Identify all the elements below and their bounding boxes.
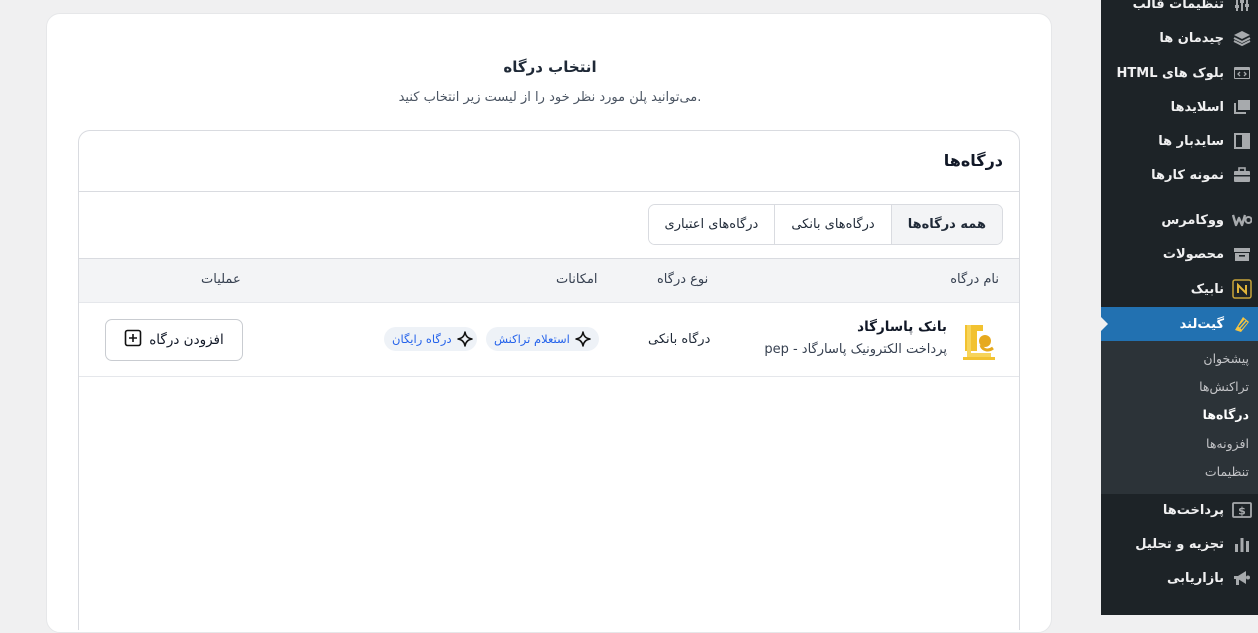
- submenu-item-transactions[interactable]: تراکنش‌ها: [1101, 379, 1258, 394]
- slides-icon: [1232, 97, 1252, 117]
- submenu-item-addons[interactable]: افزونه‌ها: [1101, 436, 1258, 451]
- sidebar-item-label: محصولات: [1162, 246, 1224, 262]
- sidebar-item-label: بازاریابی: [1167, 570, 1224, 586]
- gateway-name: بانک پاسارگاد: [857, 319, 947, 335]
- sidebar-item-analytics[interactable]: تجزیه و تحلیل: [1101, 527, 1258, 561]
- sidebar-item-portfolio[interactable]: نمونه کارها: [1101, 158, 1258, 192]
- nabik-logo-icon: [1232, 279, 1252, 299]
- html-block-icon: [1232, 63, 1252, 83]
- svg-text:$: $: [1238, 505, 1246, 518]
- sidebar-item-html-blocks[interactable]: بلوک های HTML: [1101, 56, 1258, 90]
- column-header-type: نوع درگاه: [657, 272, 709, 287]
- feature-badge-free-gateway: درگاه رایگان: [384, 327, 477, 351]
- feature-badge-label: استعلام تراکنش: [494, 332, 570, 346]
- sidebar-item-label: تجزیه و تحلیل: [1135, 536, 1224, 552]
- sidebar-item-label: نمونه کارها: [1151, 167, 1224, 183]
- sidebar-item-label: پرداخت‌ها: [1162, 502, 1224, 518]
- archive-box-icon: [1232, 244, 1252, 264]
- column-header-actions: عملیات: [201, 272, 241, 287]
- gateway-description: پرداخت الکترونیک پاسارگاد - pep: [764, 342, 947, 357]
- panel-divider: [79, 191, 1019, 192]
- add-gateway-button[interactable]: افزودن درگاه: [105, 319, 243, 361]
- sidebar-item-label: ووکامرس: [1161, 212, 1224, 228]
- active-indicator-arrow: [1100, 316, 1108, 332]
- sidebar-item-slides[interactable]: اسلایدها: [1101, 90, 1258, 124]
- dollar-card-icon: $: [1232, 500, 1252, 520]
- feature-badge-transaction-inquiry: استعلام تراکنش: [486, 327, 599, 351]
- sidebar-item-layouts[interactable]: چیدمان ها: [1101, 21, 1258, 55]
- tab-bank-gateways[interactable]: درگاه‌های بانکی: [774, 205, 891, 244]
- sidebar-item-gateland[interactable]: گیت‌لند: [1100, 307, 1258, 341]
- table-row: بانک پاسارگاد پرداخت الکترونیک پاسارگاد …: [79, 303, 1019, 377]
- sliders-icon: [1232, 0, 1252, 14]
- woocommerce-icon: [1232, 210, 1252, 230]
- table-header: نام درگاه نوع درگاه امکانات عملیات: [79, 258, 1019, 303]
- sidebar-item-label: گیت‌لند: [1179, 316, 1224, 332]
- sidebar-item-label: نابیک: [1190, 281, 1224, 297]
- briefcase-icon: [1232, 165, 1252, 185]
- column-header-features: امکانات: [556, 272, 598, 287]
- admin-sidebar: تنظیمات قالب چیدمان ها بلوک های HTML اسل…: [1100, 0, 1258, 615]
- sidebar-item-label: بلوک های HTML: [1116, 65, 1224, 81]
- gateway-type: درگاه بانکی: [648, 332, 711, 347]
- sidebar-item-theme-settings[interactable]: تنظیمات قالب: [1101, 0, 1258, 21]
- sidebar-item-nabik[interactable]: نابیک: [1101, 272, 1258, 306]
- submenu-item-dashboard[interactable]: پیشخوان: [1101, 351, 1258, 366]
- sidebar-item-label: سایدبار ها: [1158, 133, 1224, 149]
- plus-square-icon: [124, 329, 142, 351]
- add-gateway-label: افزودن درگاه: [149, 332, 224, 348]
- sparkle-icon: [575, 331, 591, 347]
- sidebar-item-marketing[interactable]: بازاریابی: [1101, 561, 1258, 595]
- submenu-item-gateways[interactable]: درگاه‌ها: [1101, 407, 1258, 422]
- sparkle-icon: [456, 331, 473, 347]
- page-subtitle: می‌توانید پلن مورد نظر خود را از لیست زی…: [398, 90, 702, 105]
- sidebar-icon: [1232, 131, 1252, 151]
- layers-icon: [1232, 28, 1252, 48]
- gateland-logo-icon: [1232, 314, 1252, 334]
- submenu-item-settings[interactable]: تنظیمات: [1101, 464, 1258, 479]
- page-title: انتخاب درگاه: [503, 58, 597, 76]
- tab-all-gateways[interactable]: همه درگاه‌ها: [890, 205, 1002, 244]
- sidebar-item-label: چیدمان ها: [1159, 30, 1224, 46]
- sidebar-item-payments[interactable]: $ پرداخت‌ها: [1101, 493, 1258, 527]
- gateway-filter-tabs: همه درگاه‌ها درگاه‌های بانکی درگاه‌های ا…: [647, 204, 1003, 245]
- sidebar-item-sidebars[interactable]: سایدبار ها: [1101, 124, 1258, 158]
- gateways-panel: درگاه‌ها همه درگاه‌ها درگاه‌های بانکی در…: [78, 130, 1020, 630]
- pasargad-bank-logo-icon: [961, 321, 997, 361]
- sidebar-item-woocommerce[interactable]: ووکامرس: [1101, 203, 1258, 237]
- bar-chart-icon: [1232, 534, 1252, 554]
- feature-badge-label: درگاه رایگان: [392, 332, 452, 346]
- sidebar-item-label: تنظیمات قالب: [1132, 0, 1224, 12]
- gateland-submenu: پیشخوان تراکنش‌ها درگاه‌ها افزونه‌ها تنظ…: [1101, 341, 1258, 494]
- column-header-name: نام درگاه: [950, 272, 999, 287]
- sidebar-item-label: اسلایدها: [1170, 99, 1224, 115]
- panel-title: درگاه‌ها: [943, 151, 1003, 170]
- tab-credit-gateways[interactable]: درگاه‌های اعتباری: [648, 205, 775, 244]
- megaphone-icon: [1232, 568, 1252, 588]
- sidebar-item-products[interactable]: محصولات: [1101, 237, 1258, 271]
- main-card: انتخاب درگاه می‌توانید پلن مورد نظر خود …: [46, 13, 1052, 633]
